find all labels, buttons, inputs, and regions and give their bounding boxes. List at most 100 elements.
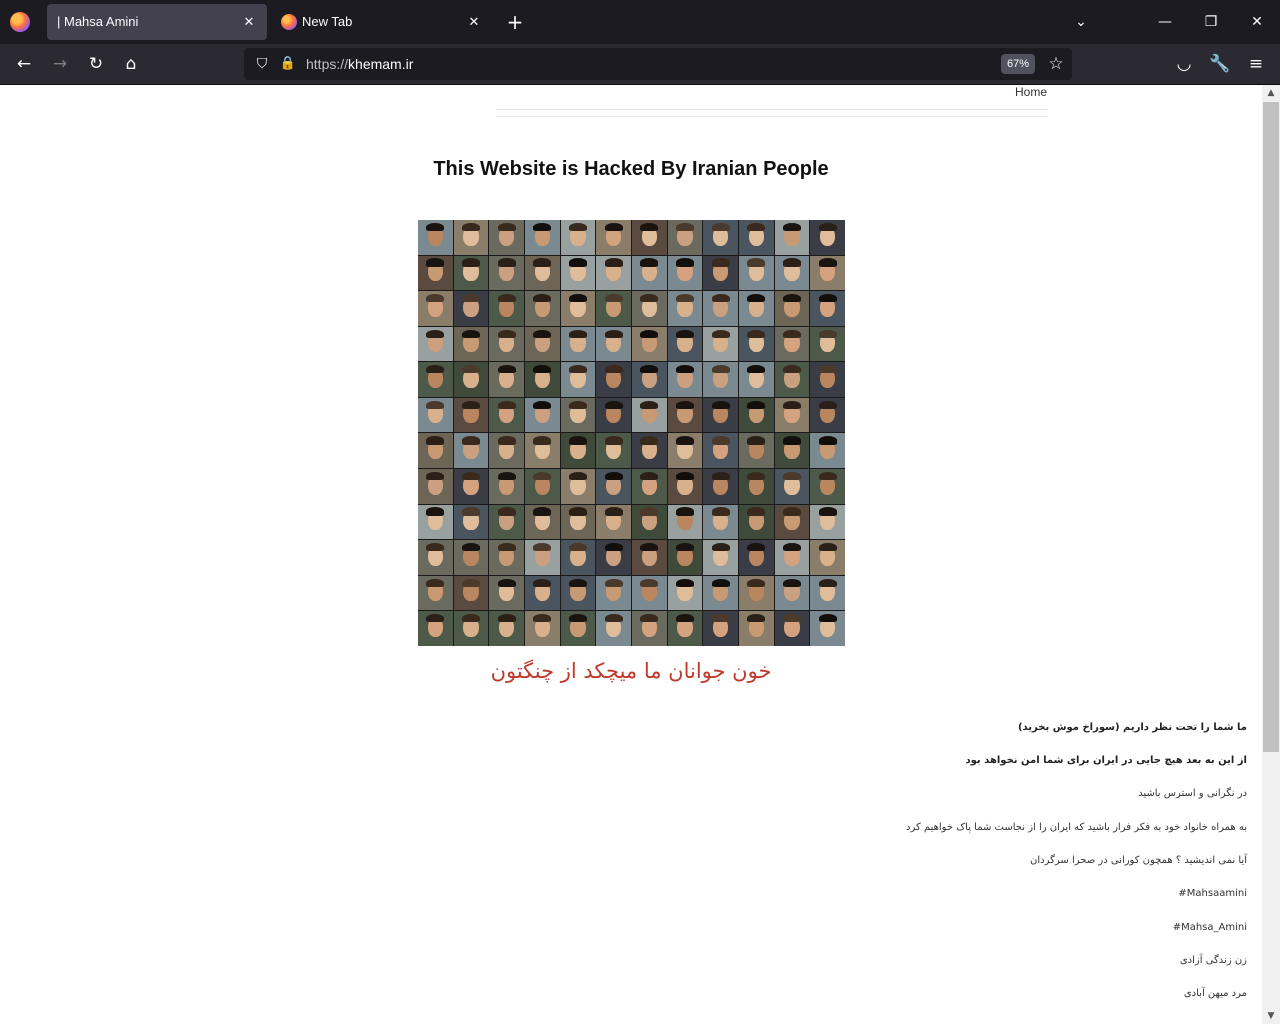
portrait-tile (489, 255, 524, 291)
url-protocol: https:// (306, 56, 349, 72)
scrollbar-thumb[interactable] (1263, 102, 1279, 752)
portrait-tile (453, 291, 489, 326)
portrait-tile (774, 540, 810, 575)
portrait-tile (489, 362, 524, 397)
message-line: از این به بعد هیچ جایی در ایران برای شما… (965, 755, 1247, 766)
portrait-tile (632, 397, 667, 433)
portrait-tile (596, 575, 631, 611)
portrait-tile (739, 255, 774, 291)
portrait-tile (453, 433, 489, 469)
message-line: آیا نمی اندیشید ؟ همچون کورانی در صحرا س… (1030, 855, 1247, 866)
message-line: زن زندگی آزادی (1179, 955, 1247, 966)
pocket-icon[interactable]: ◡ (1172, 52, 1196, 76)
hashtag-line: Mahsa_Amini# (1172, 922, 1247, 933)
home-link[interactable]: Home (1015, 85, 1047, 99)
portrait-tile (560, 433, 596, 469)
back-icon[interactable]: ← (12, 52, 36, 76)
portrait-tile (560, 326, 596, 362)
portrait-tile (453, 255, 489, 291)
list-all-tabs-icon[interactable]: ⌄ (1071, 12, 1091, 32)
portrait-tile (525, 433, 560, 469)
minimize-icon[interactable]: — (1155, 12, 1175, 32)
portrait-tile (418, 433, 453, 469)
portrait-tile (774, 469, 810, 504)
portrait-tile (489, 575, 524, 611)
portrait-tile (453, 362, 489, 397)
portrait-tile (525, 362, 560, 397)
portrait-tile (632, 611, 667, 646)
scroll-down-arrow-icon[interactable]: ▼ (1262, 1008, 1280, 1024)
navigation-toolbar: ← → ↻ ⌂ ⛉ 🔒 https://khemam.ir 67% ☆ ◡ 🔧 … (0, 44, 1280, 85)
page-headline: This Website is Hacked By Iranian People (433, 158, 829, 180)
portrait-tile (774, 433, 810, 469)
slogan-text: خون جوانان ما میچکد از چنگتون (490, 659, 772, 683)
home-icon[interactable]: ⌂ (119, 52, 143, 76)
portrait-tile (739, 397, 774, 433)
portrait-tile (596, 326, 631, 362)
hashtag-line: Mahsaamini# (1178, 888, 1247, 899)
new-tab-button[interactable]: + (504, 11, 526, 33)
portrait-tile (703, 326, 738, 362)
portrait-tile (489, 397, 524, 433)
url-text[interactable]: https://khemam.ir (306, 56, 413, 72)
forward-icon[interactable]: → (48, 52, 72, 76)
url-host: khemam.ir (348, 56, 414, 72)
url-bar[interactable]: ⛉ 🔒 https://khemam.ir 67% ☆ (244, 48, 1072, 80)
portrait-tile (418, 362, 453, 397)
portrait-tile (632, 326, 667, 362)
tab-bar: | Mahsa Amini ✕ New Tab ✕ + ⌄ — ❐ ✕ (0, 0, 1280, 44)
portrait-tile (489, 291, 524, 326)
divider (496, 109, 1048, 110)
portrait-tile (418, 255, 453, 291)
portrait-tile (525, 397, 560, 433)
tab-mahsa-amini[interactable]: | Mahsa Amini ✕ (47, 4, 267, 40)
portrait-tile (703, 504, 738, 540)
close-window-icon[interactable]: ✕ (1247, 12, 1267, 32)
portrait-tile (525, 611, 560, 646)
close-tab-icon[interactable]: ✕ (239, 12, 259, 32)
portrait-tile (525, 255, 560, 291)
zoom-level-badge[interactable]: 67% (1001, 54, 1035, 74)
portrait-tile (810, 362, 845, 397)
tab-title: New Tab (302, 14, 353, 29)
portrait-tile (418, 611, 453, 646)
shield-icon[interactable]: ⛉ (252, 54, 272, 74)
portrait-tile (525, 326, 560, 362)
message-line: مرد میهن آبادی (1183, 988, 1247, 999)
portrait-tile (739, 540, 774, 575)
portrait-tile (632, 362, 667, 397)
portrait-tile (703, 575, 738, 611)
reload-icon[interactable]: ↻ (84, 52, 108, 76)
vertical-scrollbar[interactable]: ▲ ▼ (1262, 85, 1280, 1024)
tab-new-tab[interactable]: New Tab ✕ (272, 4, 492, 40)
message-line: در نگرانی و استرس باشید (1138, 788, 1247, 799)
portrait-tile (667, 540, 703, 575)
menu-icon[interactable]: ≡ (1244, 52, 1268, 76)
tools-icon[interactable]: 🔧 (1208, 52, 1232, 76)
bookmark-star-icon[interactable]: ☆ (1046, 53, 1066, 75)
portrait-tile (774, 504, 810, 540)
close-tab-icon[interactable]: ✕ (464, 12, 484, 32)
portrait-tile (774, 575, 810, 611)
portrait-tile (453, 504, 489, 540)
firefox-logo-icon[interactable] (10, 12, 30, 32)
restore-icon[interactable]: ❐ (1201, 12, 1221, 32)
portrait-tile (667, 220, 703, 255)
portrait-tile (596, 433, 631, 469)
portrait-tile (596, 397, 631, 433)
portrait-tile (596, 540, 631, 575)
portrait-tile (774, 611, 810, 646)
scroll-up-arrow-icon[interactable]: ▲ (1262, 85, 1280, 101)
portrait-collage-image (418, 220, 845, 646)
portrait-tile (667, 255, 703, 291)
portrait-tile (739, 469, 774, 504)
portrait-tile (453, 540, 489, 575)
message-line: به همراه خانواد خود به فکر فرار باشید که… (906, 822, 1247, 833)
portrait-tile (810, 291, 845, 326)
portrait-tile (739, 575, 774, 611)
portrait-tile (596, 504, 631, 540)
portrait-tile (667, 362, 703, 397)
portrait-tile (774, 397, 810, 433)
portrait-tile (632, 220, 667, 255)
lock-icon[interactable]: 🔒 (278, 54, 298, 74)
